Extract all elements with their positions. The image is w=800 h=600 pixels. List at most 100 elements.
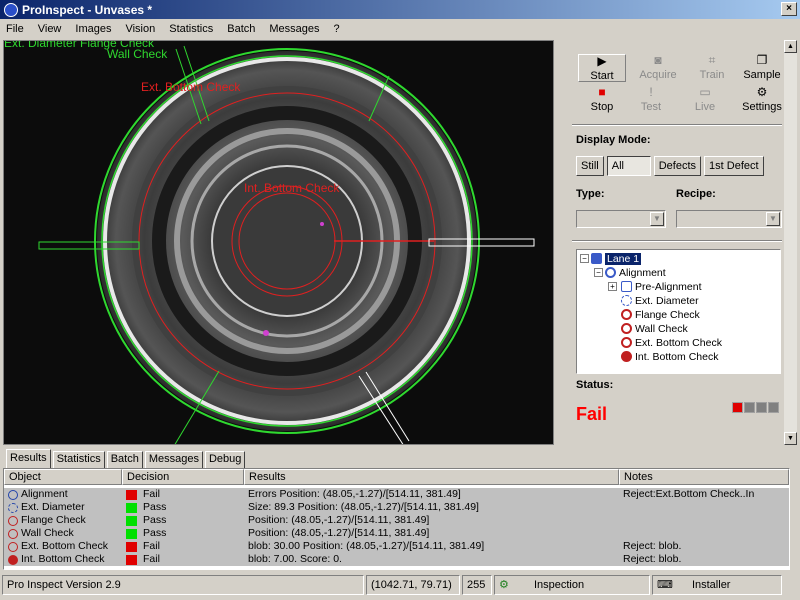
pass-indicator [126, 528, 137, 539]
scroll-down-icon[interactable]: ▼ [784, 432, 797, 445]
status-value: Fail [576, 404, 608, 424]
tree-item-lane[interactable]: Lane 1 [591, 252, 642, 265]
header-results[interactable]: Results [244, 469, 619, 485]
header-decision[interactable]: Decision [122, 469, 244, 485]
tab-statistics[interactable]: Statistics [52, 451, 105, 468]
menu-view[interactable]: View [38, 23, 62, 35]
expand-icon[interactable]: + [608, 282, 617, 291]
type-select[interactable]: ▼ [576, 210, 666, 228]
display-mode-buttons: Still All Defects 1st Defect [576, 156, 767, 176]
version-text: Pro Inspect Version 2.9 [2, 575, 364, 595]
alignment-icon [605, 267, 616, 278]
tab-batch[interactable]: Batch [106, 451, 143, 468]
play-icon: ▶ [597, 54, 607, 68]
image-viewport[interactable]: Ext. Diameter Flange Check Wall Check Ex… [3, 40, 554, 445]
header-object[interactable]: Object [4, 469, 122, 485]
settings-button[interactable]: ⚙ Settings [738, 86, 786, 114]
tab-results[interactable]: Results [6, 449, 51, 468]
toolbar: ▶ Start ◙ Acquire ⌗ Train ❐ Sample ■ Sto… [578, 54, 784, 116]
wall-icon [8, 528, 18, 539]
stop-icon: ■ [598, 85, 606, 99]
menu-statistics[interactable]: Statistics [169, 23, 213, 35]
wall-icon [621, 323, 632, 334]
mode-still-button[interactable]: Still [576, 156, 604, 176]
status-led [744, 402, 755, 413]
scroll-up-icon[interactable]: ▲ [784, 40, 797, 53]
tree-item-pre-alignment[interactable]: Pre-Alignment [621, 280, 702, 293]
menu-help[interactable]: ? [334, 23, 340, 35]
pass-indicator [126, 502, 137, 513]
live-button[interactable]: ▭ Live [681, 86, 729, 114]
train-icon: ⌗ [708, 53, 716, 67]
menu-vision[interactable]: Vision [125, 23, 155, 35]
status-led [768, 402, 779, 413]
stop-button[interactable]: ■ Stop [578, 86, 626, 114]
sample-icon: ❐ [756, 53, 768, 67]
video-icon: ▭ [699, 85, 711, 99]
collapse-icon[interactable]: − [594, 268, 603, 277]
camera-icon: ◙ [654, 53, 662, 67]
pixel-value: 255 [462, 575, 492, 595]
table-row[interactable]: Ext. Bottom Check Fail blob: 30.00 Posit… [4, 540, 789, 553]
int-bottom-icon [8, 554, 18, 565]
cursor-coords: (1042.71, 79.71) [366, 575, 460, 595]
tree-item-ext-bottom[interactable]: Ext. Bottom Check [621, 336, 722, 349]
tree-item-wall-check[interactable]: Wall Check [621, 322, 688, 335]
status-leds [732, 402, 780, 413]
header-notes[interactable]: Notes [619, 469, 789, 485]
alignment-icon [8, 489, 18, 500]
table-row[interactable]: Int. Bottom Check Fail blob: 7.00. Score… [4, 553, 789, 566]
start-button[interactable]: ▶ Start [578, 54, 626, 82]
tree-item-int-bottom[interactable]: Int. Bottom Check [621, 350, 718, 363]
sample-button[interactable]: ❐ Sample [738, 54, 786, 82]
user-cell: ⌨ Installer [652, 575, 782, 595]
status-led [732, 402, 743, 413]
results-tabs: Results Statistics Batch Messages Debug [6, 449, 247, 468]
table-row[interactable]: Ext. Diameter Pass Size: 89.3 Position: … [4, 501, 789, 514]
label-int-bottom: Int. Bottom Check [244, 181, 340, 195]
menu-messages[interactable]: Messages [269, 23, 319, 35]
inspection-tree[interactable]: − Lane 1 − Alignment + Pre-Alignment Ext… [576, 249, 781, 374]
tree-item-ext-diameter[interactable]: Ext. Diameter [621, 294, 699, 307]
close-button[interactable]: × [781, 2, 797, 16]
divider [572, 240, 782, 242]
recipe-select[interactable]: ▼ [676, 210, 782, 228]
pre-alignment-icon [621, 281, 632, 292]
mode-first-defect-button[interactable]: 1st Defect [704, 156, 764, 176]
lane-icon [591, 253, 602, 264]
menu-batch[interactable]: Batch [227, 23, 255, 35]
collapse-icon[interactable]: − [580, 254, 589, 263]
test-button[interactable]: ! Test [627, 86, 675, 114]
settings-icon: ⚙ [756, 85, 768, 99]
ext-diameter-icon [8, 502, 18, 513]
divider [572, 124, 782, 126]
vertical-scrollbar[interactable]: ▲ ▼ [784, 40, 797, 445]
tree-item-flange-check[interactable]: Flange Check [621, 308, 700, 321]
fail-indicator [126, 541, 137, 552]
tab-messages[interactable]: Messages [144, 451, 203, 468]
results-table: Object Decision Results Notes Alignment … [3, 468, 790, 570]
status-label: Status: [576, 379, 614, 391]
menu-file[interactable]: File [6, 23, 24, 35]
mode-defects-button[interactable]: Defects [653, 156, 702, 176]
app-icon [4, 2, 18, 17]
fail-indicator [126, 489, 137, 500]
mode-all-button[interactable]: All [606, 156, 651, 176]
table-row[interactable]: Flange Check Pass Position: (48.05,-1.27… [4, 514, 789, 527]
table-header: Object Decision Results Notes [4, 469, 789, 485]
menu-images[interactable]: Images [75, 23, 111, 35]
ext-diameter-icon [621, 295, 632, 306]
mode-cell: ⚙ Inspection [494, 575, 650, 595]
train-button[interactable]: ⌗ Train [688, 54, 736, 82]
keyboard-icon: ⌨ [657, 579, 673, 591]
recipe-label: Recipe: [676, 188, 716, 200]
ext-bottom-icon [621, 337, 632, 348]
tree-item-alignment[interactable]: Alignment [605, 266, 666, 279]
acquire-button[interactable]: ◙ Acquire [634, 54, 682, 82]
table-row[interactable]: Alignment Fail Errors Position: (48.05,-… [4, 488, 789, 501]
pass-indicator [126, 515, 137, 526]
tab-debug[interactable]: Debug [204, 451, 246, 468]
table-row[interactable]: Wall Check Pass Position: (48.05,-1.27)/… [4, 527, 789, 540]
menu-bar: File View Images Vision Statistics Batch… [0, 19, 800, 38]
control-panel: ▶ Start ◙ Acquire ⌗ Train ❐ Sample ■ Sto… [568, 40, 784, 445]
